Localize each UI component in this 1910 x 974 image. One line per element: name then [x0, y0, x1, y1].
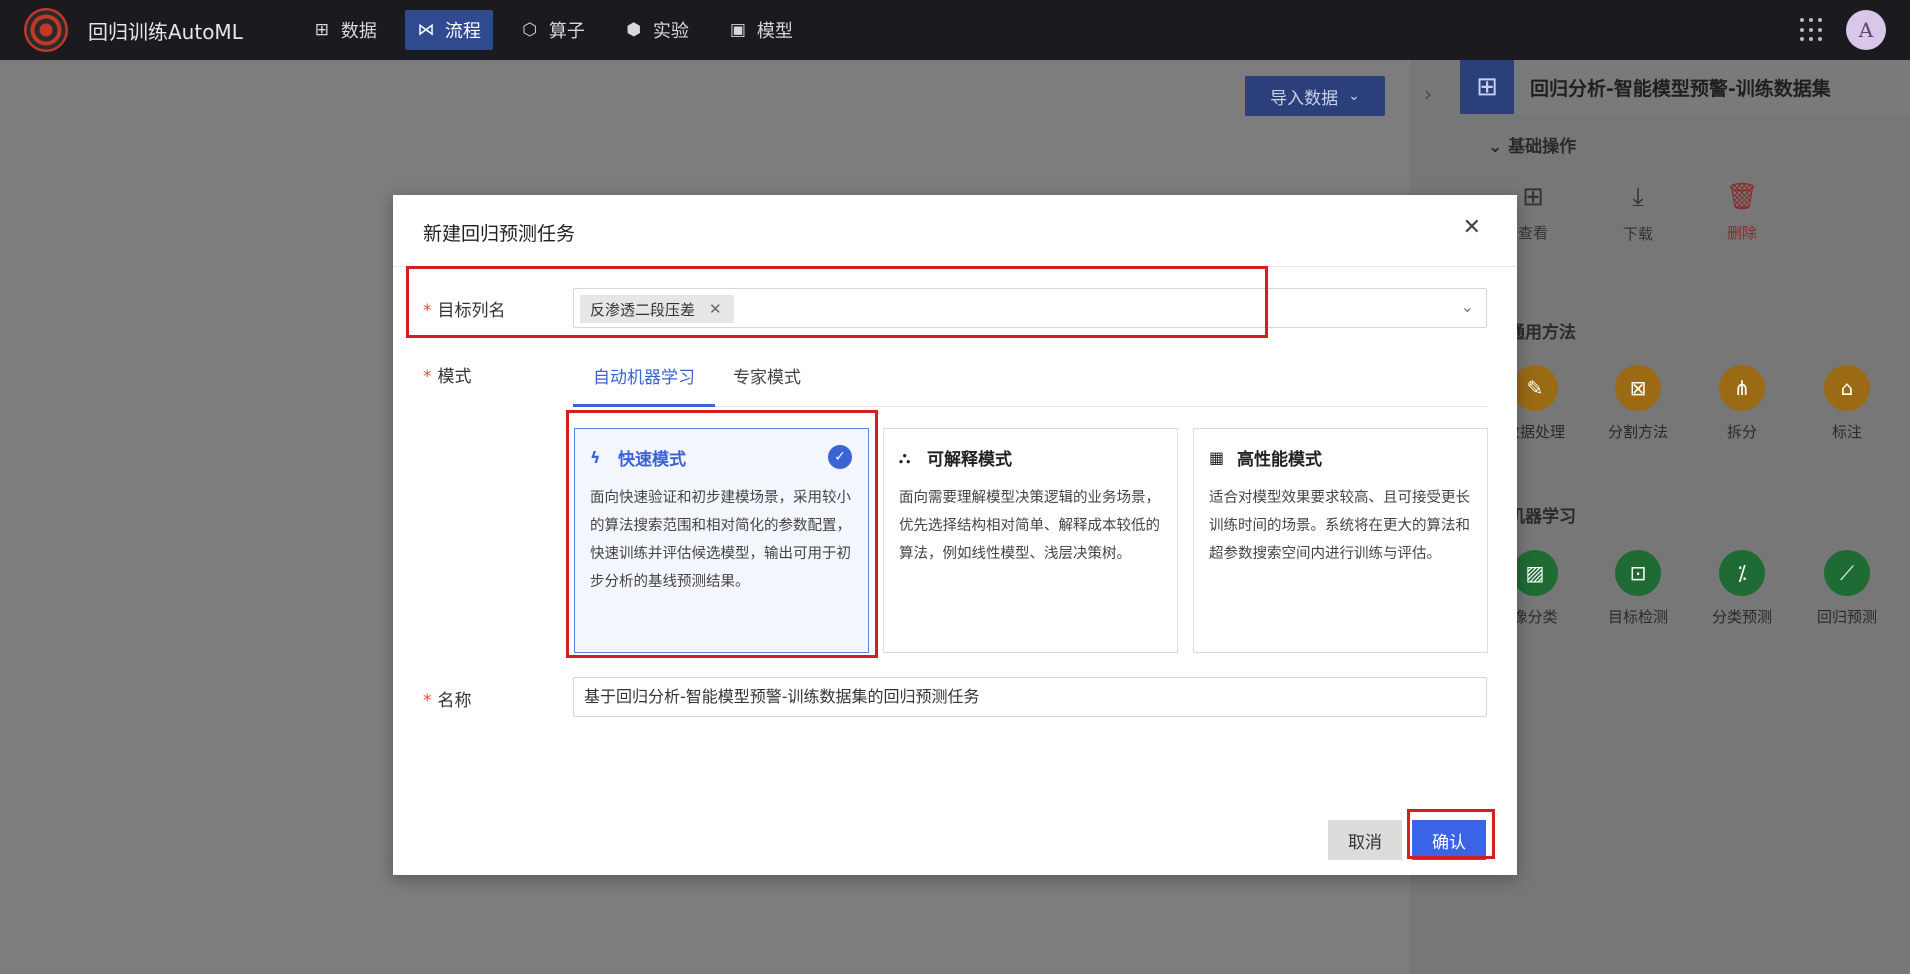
- line-chart-icon: ⟋: [1824, 550, 1870, 596]
- tab-automl[interactable]: 自动机器学习: [573, 363, 715, 407]
- dialog-title: 新建回归预测任务: [423, 223, 576, 245]
- section-ml: 机器学习: [1508, 507, 1576, 527]
- nav-label: 流程: [444, 21, 481, 42]
- table-icon: ⊞: [314, 20, 329, 40]
- ml-label: 分类预测: [1711, 608, 1772, 626]
- op-download[interactable]: ⤓ 下载: [1598, 182, 1678, 244]
- app-brand: 回归训练AutoML: [88, 19, 243, 44]
- selected-tag: 反渗透二段压差 ✕: [580, 295, 734, 323]
- top-nav-bar: 回归训练AutoML ⊞ 数据 ⋈ 流程 ⬡ 算子 ⬢ 实验 ▣ 模型 A: [0, 0, 1910, 60]
- card-title: 高性能模式: [1237, 450, 1322, 470]
- dataset-header: ⊞ 回归分析-智能模型预警-训练数据集: [1460, 60, 1910, 114]
- import-data-button[interactable]: 导入数据 ⌄: [1245, 76, 1385, 116]
- op-label: 下载: [1622, 225, 1653, 243]
- trash-icon: 🗑: [1725, 182, 1759, 212]
- nav-label: 数据: [340, 21, 377, 42]
- tag-text: 反渗透二段压差: [590, 300, 696, 319]
- split-icon: ⊠: [1615, 365, 1661, 411]
- divider: [393, 266, 1517, 267]
- confirm-button[interactable]: 确认: [1412, 820, 1486, 860]
- wand-icon: ✎: [1512, 365, 1558, 411]
- flow-icon: ⋈: [417, 20, 435, 40]
- nodes-icon: ⋔: [1719, 365, 1765, 411]
- close-icon[interactable]: ✕: [1463, 215, 1481, 240]
- task-name-input[interactable]: 基于回归分析-智能模型预警-训练数据集的回归预测任务: [573, 677, 1487, 717]
- nav-experiment[interactable]: ⬢ 实验: [613, 10, 701, 50]
- card-desc: 适合对模型效果要求较高、且可接受更长训练时间的场景。系统将在更大的算法和超参数搜…: [1209, 490, 1470, 562]
- lightning-icon: ϟ: [590, 448, 601, 467]
- table-icon: ⊞: [1460, 60, 1514, 114]
- op-label: 查看: [1517, 224, 1548, 242]
- op-delete[interactable]: 🗑 删除: [1702, 182, 1782, 243]
- section-common: 通用方法: [1508, 323, 1576, 343]
- nav-label: 实验: [652, 21, 689, 42]
- download-icon: ⤓: [1632, 182, 1644, 212]
- target-column-label: * 目标列名: [423, 301, 506, 321]
- import-label: 导入数据: [1270, 88, 1339, 109]
- check-icon: ✓: [828, 445, 852, 469]
- user-avatar[interactable]: A: [1846, 10, 1886, 50]
- remove-tag-icon[interactable]: ✕: [709, 300, 722, 318]
- chevron-down-icon: ⌄: [1460, 297, 1474, 316]
- method-label: 分割方法: [1607, 423, 1668, 441]
- card-title: 可解释模式: [927, 450, 1012, 470]
- apps-grid-icon[interactable]: [1800, 18, 1824, 42]
- card-title: 快速模式: [618, 450, 686, 470]
- app-logo-icon: [24, 8, 68, 52]
- op-label: 删除: [1726, 224, 1757, 242]
- nav-operator[interactable]: ⬡ 算子: [509, 10, 597, 50]
- dataset-title: 回归分析-智能模型预警-训练数据集: [1530, 77, 1831, 100]
- operator-icon: ⬡: [522, 20, 538, 40]
- card-explainable-mode[interactable]: ⛬ 可解释模式 面向需要理解模型决策逻辑的业务场景，优先选择结构相对简单、解释成本…: [883, 428, 1178, 653]
- nav-model[interactable]: ▣ 模型: [717, 10, 805, 50]
- nav-label: 模型: [756, 21, 793, 42]
- card-desc: 面向快速验证和初步建模场景，采用较小的算法搜索范围和相对简化的参数配置，快速训练…: [590, 490, 851, 590]
- label-text: 名称: [437, 691, 472, 711]
- detect-icon: ⊡: [1615, 550, 1661, 596]
- ml-label: 像分类: [1512, 608, 1558, 626]
- method-split[interactable]: ⊠ 分割方法: [1598, 365, 1678, 442]
- new-regression-task-dialog: 新建回归预测任务 ✕ * 目标列名 反渗透二段压差 ✕ ⌄ * 模式 自动机器学习 专…: [393, 195, 1517, 875]
- target-column-select[interactable]: 反渗透二段压差 ✕ ⌄: [573, 288, 1487, 328]
- name-label: * 名称: [423, 691, 472, 711]
- method-label: 标注: [1831, 423, 1862, 441]
- card-high-perf-mode[interactable]: ▦ 高性能模式 适合对模型效果要求较高、且可接受更长训练时间的场景。系统将在更大的…: [1193, 428, 1488, 653]
- tag-icon: ⌂: [1824, 365, 1870, 411]
- nodes-icon: ⛬: [899, 447, 911, 467]
- ml-regression-predict[interactable]: ⟋ 回归预测: [1807, 550, 1887, 627]
- chevron-down-icon: ⌄: [1348, 88, 1360, 104]
- method-label: 拆分: [1726, 423, 1757, 441]
- ml-object-detect[interactable]: ⊡ 目标检测: [1598, 550, 1678, 627]
- nav-label: 算子: [548, 21, 585, 42]
- tab-expert[interactable]: 专家模式: [713, 363, 821, 407]
- save-icon: ▣: [729, 20, 746, 40]
- ml-label: 目标检测: [1607, 608, 1668, 626]
- ml-label: 回归预测: [1816, 608, 1877, 626]
- image-icon: ▨: [1512, 550, 1558, 596]
- scatter-icon: ⁒: [1719, 550, 1765, 596]
- method-divide[interactable]: ⋔ 拆分: [1702, 365, 1782, 442]
- ml-class-predict[interactable]: ⁒ 分类预测: [1702, 550, 1782, 627]
- label-text: 模式: [437, 367, 472, 387]
- cancel-button[interactable]: 取消: [1328, 820, 1402, 860]
- section-basic[interactable]: ⌄ 基础操作: [1488, 132, 1576, 157]
- chevron-right-icon[interactable]: ›: [1424, 82, 1432, 106]
- nav-data[interactable]: ⊞ 数据: [301, 10, 389, 50]
- method-annotate[interactable]: ⌂ 标注: [1807, 365, 1887, 442]
- nav-flow[interactable]: ⋈ 流程: [404, 10, 493, 50]
- mode-tabs: 自动机器学习 专家模式: [573, 363, 1487, 407]
- chevron-down-icon: ⌄: [1488, 137, 1509, 157]
- cube-icon: ⬢: [626, 20, 642, 40]
- card-fast-mode[interactable]: ϟ 快速模式 面向快速验证和初步建模场景，采用较小的算法搜索范围和相对简化的参数配…: [574, 428, 869, 653]
- card-desc: 面向需要理解模型决策逻辑的业务场景，优先选择结构相对简单、解释成本较低的算法，例…: [899, 490, 1160, 562]
- mode-label: * 模式: [423, 367, 472, 387]
- label-text: 目标列名: [437, 301, 506, 321]
- chip-icon: ▦: [1209, 448, 1225, 467]
- section-basic-title: 基础操作: [1508, 137, 1577, 157]
